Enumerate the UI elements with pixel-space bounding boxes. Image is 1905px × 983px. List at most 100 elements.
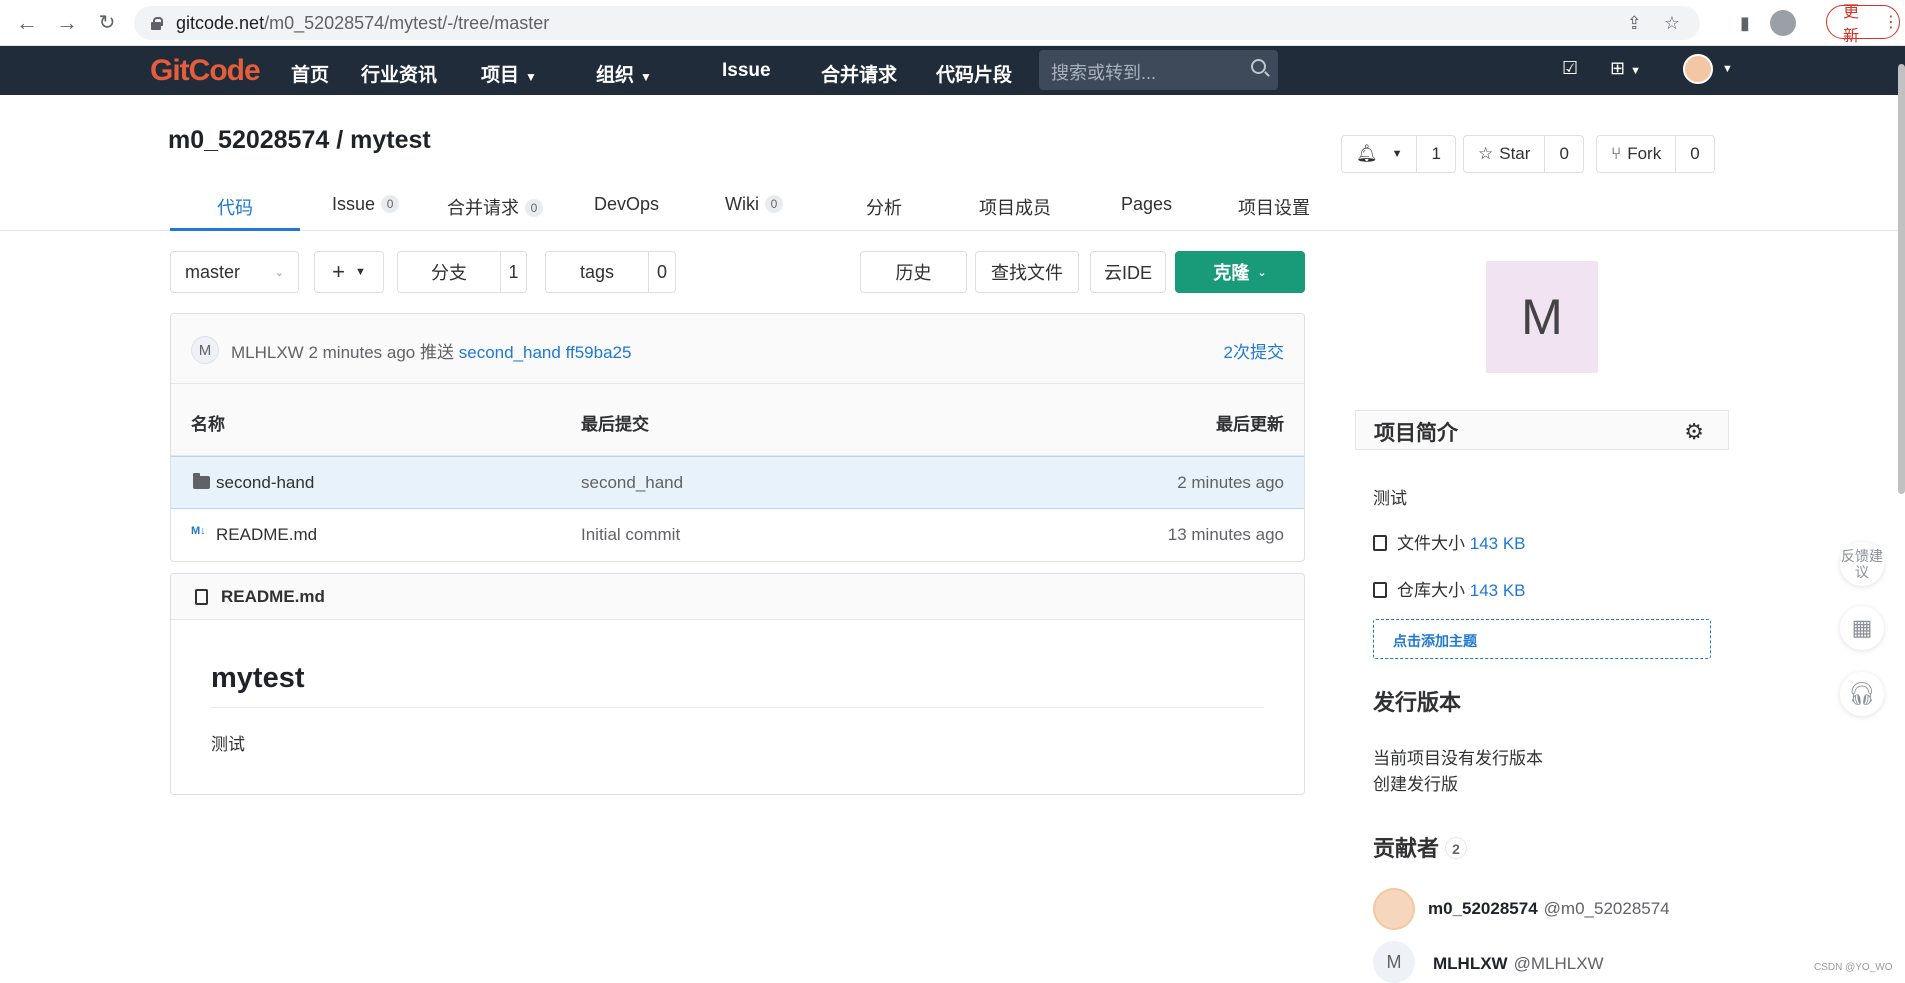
nav-snippets[interactable]: 代码片段 <box>936 60 1012 87</box>
file-browser: M MLHLXW 2 minutes ago 推送 second_hand ff… <box>170 313 1305 562</box>
contributor[interactable]: m0_52028574 @m0_52028574 <box>1428 899 1670 919</box>
nav-projects[interactable]: 项目 ▼ <box>481 60 537 87</box>
feedback-button[interactable]: 反馈建议 <box>1840 542 1884 586</box>
project-avatar: M <box>1486 261 1598 373</box>
folder-icon <box>193 473 210 489</box>
col-name-header: 名称 <box>191 415 225 434</box>
headset-icon[interactable]: 🎧︎ <box>1840 672 1884 716</box>
branches-count: 1 <box>500 252 526 292</box>
row-commit-message[interactable]: second_hand <box>581 473 683 493</box>
contributor[interactable]: MLHLXW @MLHLXW <box>1433 954 1604 974</box>
chevron-down-icon: ▼ <box>354 266 366 278</box>
commit-message-link[interactable]: second_hand <box>459 343 561 362</box>
readme-header: README.md <box>171 574 1304 620</box>
reload-icon[interactable]: ↻ <box>94 10 120 36</box>
commit-sha-link[interactable]: ff59ba25 <box>566 343 632 362</box>
table-row[interactable]: second-hand second_hand 2 minutes ago <box>171 456 1304 509</box>
table-header: 名称 最后提交 最后更新 <box>171 384 1304 456</box>
address-bar[interactable]: gitcode.net/m0_52028574/mytest/-/tree/ma… <box>134 6 1700 40</box>
watermark: CSDN @YO_WO <box>1814 962 1893 973</box>
tab-wiki[interactable]: Wiki 0 <box>725 194 783 215</box>
markdown-icon: M↓ <box>191 525 206 537</box>
browser-toolbar: ← → ↻ gitcode.net/m0_52028574/mytest/-/t… <box>0 0 1905 46</box>
nav-news[interactable]: 行业资讯 <box>361 60 437 87</box>
intro-title: 项目简介 <box>1374 422 1458 445</box>
chevron-down-icon[interactable]: ▼ <box>1722 63 1733 75</box>
side-panel-icon[interactable]: ▮ <box>1740 13 1750 34</box>
nav-home[interactable]: 首页 <box>291 60 329 87</box>
url-host: gitcode.net <box>176 12 265 33</box>
project-tabs: 代码 Issue 0 合并请求 0 DevOps Wiki 0 分析 项目成员 Pag… <box>0 180 1905 231</box>
readme-panel: README.md mytest 测试 <box>170 573 1305 795</box>
nav-issue[interactable]: Issue <box>722 60 771 82</box>
avatar[interactable]: M <box>191 336 219 364</box>
readme-body: 测试 <box>211 735 245 754</box>
readme-heading: mytest <box>211 662 305 694</box>
gear-icon[interactable]: ⚙ <box>1684 419 1704 445</box>
file-size-link[interactable]: 143 KB <box>1470 534 1526 553</box>
top-navbar: GitCode 首页 行业资讯 项目 ▼ 组织 ▼ Issue 合并请求 代码片段 … <box>0 46 1905 95</box>
star-button[interactable]: ☆ Star 0 <box>1463 135 1584 173</box>
history-button[interactable]: 历史 <box>860 251 967 293</box>
forward-icon[interactable]: → <box>54 10 80 36</box>
qr-code-icon[interactable]: ▦ <box>1840 606 1884 650</box>
fork-button[interactable]: ⑂ Fork 0 <box>1596 135 1715 173</box>
tab-merge-requests[interactable]: 合并请求 0 <box>447 194 543 220</box>
tab-analytics[interactable]: 分析 <box>866 194 902 220</box>
avatar[interactable]: M <box>1373 941 1415 983</box>
commit-action: 推送 <box>420 343 454 362</box>
tab-issue[interactable]: Issue 0 <box>332 194 400 215</box>
row-updated: 2 minutes ago <box>1177 473 1284 492</box>
chevron-down-icon: ▼ <box>640 70 652 84</box>
table-row[interactable]: M↓ README.md Initial commit 13 minutes a… <box>171 509 1304 561</box>
repo-size-link[interactable]: 143 KB <box>1470 581 1526 600</box>
add-topic-button[interactable]: 点击添加主题 <box>1373 619 1711 659</box>
nav-orgs[interactable]: 组织 ▼ <box>596 60 652 87</box>
tags-button[interactable]: tags 0 <box>545 251 676 293</box>
url-path: /m0_52028574/mytest/-/tree/master <box>264 12 550 33</box>
create-release-link[interactable]: 创建发行版 <box>1373 770 1458 795</box>
scrollbar[interactable] <box>1898 64 1905 494</box>
row-commit-message[interactable]: Initial commit <box>581 525 680 545</box>
branch-select[interactable]: master ⌄ <box>170 251 299 293</box>
tab-settings[interactable]: 项目设置 <box>1238 194 1310 220</box>
profile-icon[interactable] <box>1769 10 1796 36</box>
bell-icon[interactable]: 🔔︎ ▼ <box>1342 136 1416 172</box>
user-avatar[interactable] <box>1683 54 1713 84</box>
gitcode-logo[interactable]: GitCode <box>150 54 261 88</box>
watch-button[interactable]: 🔔︎ ▼ 1 <box>1341 135 1456 173</box>
fork-count: 0 <box>1675 136 1713 172</box>
clone-button[interactable]: 克隆 ⌄ <box>1175 251 1305 293</box>
file-name-link[interactable]: second-hand <box>216 473 314 493</box>
releases-title: 发行版本 <box>1373 690 1462 715</box>
back-icon[interactable]: ← <box>14 10 40 36</box>
commits-count-link[interactable]: 2次提交 <box>1224 338 1284 363</box>
cloud-ide-button[interactable]: 云IDE <box>1090 251 1166 293</box>
file-name-link[interactable]: README.md <box>216 525 317 545</box>
add-dropdown[interactable]: + ▼ <box>314 251 384 293</box>
todo-icon[interactable]: ☑ <box>1562 58 1578 79</box>
avatar[interactable] <box>1373 888 1415 930</box>
create-new-icon[interactable]: ⊞ ▼ <box>1610 58 1641 79</box>
project-intro-header: 项目简介 ⚙ <box>1355 410 1729 450</box>
lock-icon <box>150 16 163 30</box>
bookmark-star-icon[interactable]: ☆ <box>1664 13 1680 34</box>
star-icon: ☆ <box>1478 144 1494 163</box>
search-input[interactable]: 搜索或转到... <box>1039 50 1278 90</box>
tags-count: 0 <box>648 252 675 292</box>
project-description: 测试 <box>1373 489 1407 508</box>
tab-devops[interactable]: DevOps <box>594 194 659 215</box>
find-file-button[interactable]: 查找文件 <box>975 251 1079 293</box>
no-releases-text: 当前项目没有发行版本 <box>1373 749 1543 768</box>
active-tab-indicator <box>170 228 300 231</box>
share-icon[interactable]: ⇪ <box>1627 13 1642 34</box>
commit-author[interactable]: MLHLXW <box>231 343 304 362</box>
tab-code[interactable]: 代码 <box>217 194 253 220</box>
browser-update-button[interactable]: 更新 ⋮ <box>1826 4 1900 45</box>
tab-members[interactable]: 项目成员 <box>979 194 1051 220</box>
branches-button[interactable]: 分支 1 <box>397 251 527 293</box>
project-title[interactable]: m0_52028574 / mytest <box>168 126 431 155</box>
nav-merge-requests[interactable]: 合并请求 <box>821 60 897 87</box>
tab-pages[interactable]: Pages <box>1121 194 1172 215</box>
document-icon <box>195 589 208 605</box>
